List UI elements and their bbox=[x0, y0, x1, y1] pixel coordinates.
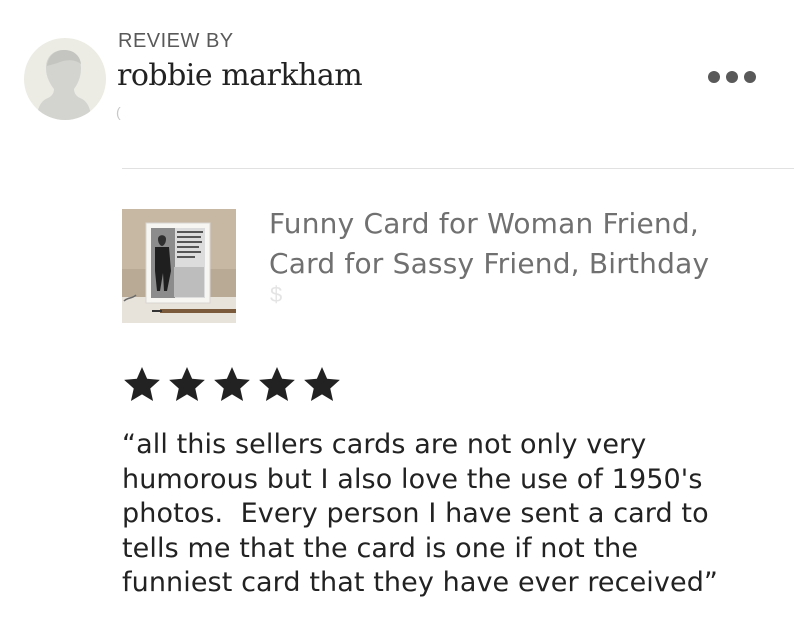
more-options-button[interactable] bbox=[708, 66, 768, 88]
listing-price: $ bbox=[270, 282, 283, 307]
review-text-line: photos. Every person I have sent a card … bbox=[122, 498, 709, 529]
star-filled-icon bbox=[302, 366, 342, 404]
more-options-icon bbox=[708, 71, 720, 83]
review-text-line: tells me that the card is one if not the bbox=[122, 532, 639, 564]
reviewer-name[interactable]: robbie markham bbox=[117, 58, 363, 93]
star-filled-icon bbox=[257, 366, 297, 404]
review-text-line: funniest card that they have ever receiv… bbox=[122, 567, 719, 598]
review-date: ( bbox=[116, 104, 121, 120]
more-options-icon bbox=[744, 71, 756, 83]
star-filled-icon bbox=[167, 366, 207, 404]
more-options-icon bbox=[726, 71, 738, 83]
star-filled-icon bbox=[212, 366, 252, 404]
review-by-label: REVIEW BY bbox=[118, 30, 234, 52]
divider bbox=[122, 168, 794, 169]
star-filled-icon bbox=[122, 366, 162, 404]
review-text-line: humorous but I also love the use of 1950… bbox=[122, 463, 703, 495]
default-user-avatar-icon bbox=[36, 50, 92, 120]
listing-title-line: Funny Card for Woman Friend, bbox=[269, 207, 699, 240]
avatar[interactable] bbox=[24, 38, 106, 120]
listing-thumbnail[interactable] bbox=[122, 209, 236, 323]
listing-title-link[interactable]: Funny Card for Woman Friend, Card for Sa… bbox=[269, 204, 769, 284]
listing-title-line: Card for Sassy Friend, Birthday bbox=[269, 247, 710, 280]
star-rating bbox=[122, 366, 342, 404]
review-text: “all this sellers cards are not only ver… bbox=[122, 428, 762, 601]
review-text-line: “all this sellers cards are not only ver… bbox=[122, 429, 647, 460]
